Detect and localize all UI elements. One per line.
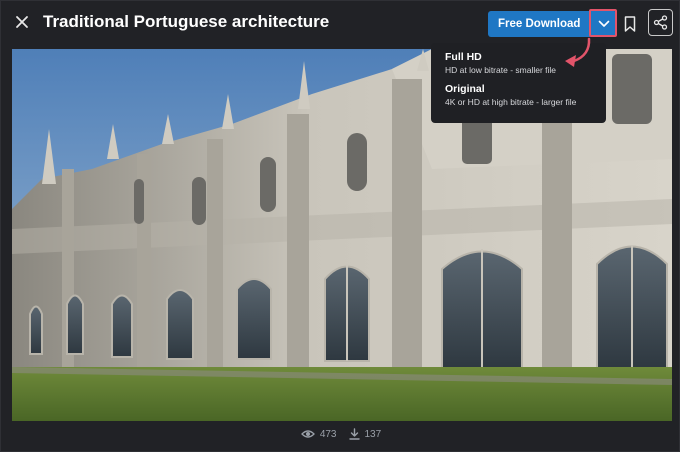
highlight-box (589, 9, 618, 37)
menu-item-original[interactable]: Original 4K or HD at high bitrate - larg… (445, 83, 592, 107)
downloads-count: 137 (364, 428, 382, 440)
bookmark-icon (624, 16, 636, 32)
close-icon (16, 16, 28, 28)
share-button[interactable] (648, 9, 673, 36)
menu-item-title: Original (445, 83, 485, 95)
menu-item-description: HD at low bitrate - smaller file (445, 65, 557, 75)
views-stat: 473 (300, 428, 337, 440)
bookmark-button[interactable] (620, 13, 640, 35)
page-title: Traditional Portuguese architecture (43, 12, 330, 31)
eye-icon (300, 430, 315, 438)
views-count: 473 (319, 428, 337, 440)
free-download-button[interactable]: Free Download (488, 11, 591, 37)
menu-item-description: 4K or HD at high bitrate - larger file (445, 97, 577, 107)
close-button[interactable] (11, 11, 33, 33)
downloads-stat: 137 (348, 428, 382, 440)
download-button-group: Free Download (488, 9, 618, 37)
download-options-toggle[interactable] (589, 9, 618, 37)
share-icon (653, 15, 668, 30)
video-preview-modal: Traditional Portuguese architecture Free… (0, 0, 680, 452)
menu-item-full-hd[interactable]: Full HD HD at low bitrate - smaller file (445, 51, 592, 75)
menu-item-title: Full HD (445, 51, 482, 63)
download-options-menu: Full HD HD at low bitrate - smaller file… (431, 43, 606, 123)
video-stats: 473 137 (1, 428, 680, 440)
download-icon (348, 428, 360, 440)
